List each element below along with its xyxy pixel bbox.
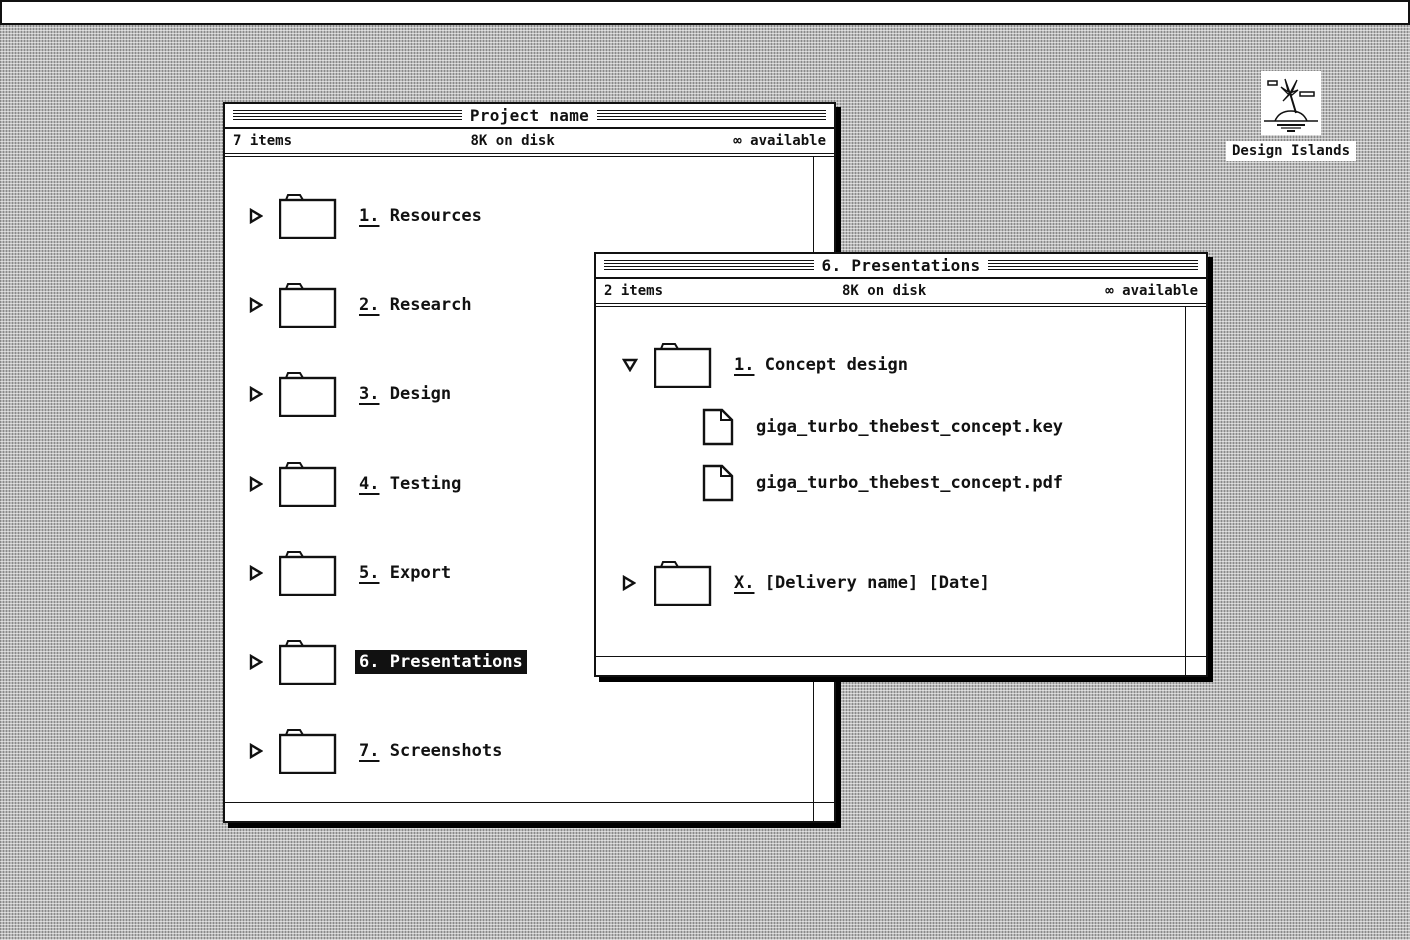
island-icon [1261,71,1321,135]
folder-label: Concept design [764,355,909,375]
title-bar-stripes [596,110,826,122]
folder-icon [278,550,337,596]
folder-name[interactable]: 7. Screenshots [355,739,506,763]
folder-row[interactable]: 3. Design [249,369,455,419]
folder-name[interactable]: 1. Resources [355,204,486,228]
disclosure-triangle-icon[interactable] [249,743,264,760]
folder-number: X. [734,573,755,593]
title-bar-stripes [233,110,463,122]
file-icon [702,464,734,502]
folder-icon [278,371,337,418]
disclosure-triangle-icon[interactable] [249,297,264,314]
disk-usage: 8K on disk [842,283,927,299]
window-title: Project name [461,106,598,125]
folder-label: Presentations [389,652,523,672]
title-bar[interactable]: 6. Presentations [596,254,1206,279]
folder-row[interactable]: 1. Resources [249,191,486,241]
window-presentations[interactable]: 6. Presentations 2 items 8K on disk ∞ av… [594,252,1208,677]
title-bar-stripes [988,260,1198,272]
folder-row[interactable]: 2. Research [249,280,476,330]
file-name: giga_turbo_thebest_concept.pdf [756,473,1064,493]
vertical-scrollbar[interactable] [1185,307,1186,675]
folder-row[interactable]: 5. Export [249,548,455,598]
file-row[interactable]: giga_turbo_thebest_concept.pdf [702,458,1063,508]
folder-label: Research [389,295,472,316]
folder-name[interactable]: 5. Export [355,561,455,585]
folder-number: 1. [359,206,380,226]
folder-name[interactable]: 4. Testing [355,472,465,496]
folder-name[interactable]: 3. Design [355,382,455,406]
disk-usage: 8K on disk [470,133,555,149]
folder-icon [653,342,712,389]
folder-label: Testing [389,473,462,494]
folder-row[interactable]: X. [Delivery name] [Date] [622,558,994,608]
folder-number: 5. [359,562,380,583]
file-icon [702,408,734,446]
folder-number: 2. [359,295,380,316]
folder-name[interactable]: 6. Presentations [355,650,527,674]
folder-icon [278,193,337,240]
desktop-icon-label: Design Islands [1226,141,1356,161]
folder-row[interactable]: 4. Testing [249,459,465,509]
item-count: 2 items [604,283,664,299]
folder-icon [653,560,712,607]
horizontal-scrollbar[interactable] [596,656,1206,657]
window-title: 6. Presentations [813,256,989,275]
title-bar[interactable]: Project name [225,104,834,129]
available-space: ∞ available [733,133,826,149]
folder-number: 4. [359,473,380,494]
folder-row[interactable]: 1. Concept design [621,340,912,390]
disclosure-triangle-icon[interactable] [622,574,638,592]
folder-label: Resources [389,206,482,226]
folder-name[interactable]: 2. Research [355,293,476,317]
folder-icon [278,728,337,775]
desktop-icon-design-islands[interactable]: Design Islands [1226,71,1356,161]
folder-name[interactable]: 1. Concept design [730,353,912,377]
disclosure-triangle-open-icon[interactable] [621,357,639,373]
horizontal-scrollbar[interactable] [225,802,834,803]
file-row[interactable]: giga_turbo_thebest_concept.key [702,402,1063,452]
folder-name[interactable]: X. [Delivery name] [Date] [730,571,994,595]
folder-label: Export [389,562,452,583]
file-name: giga_turbo_thebest_concept.key [756,417,1064,437]
menu-bar [0,0,1410,25]
disclosure-triangle-icon[interactable] [249,475,264,492]
title-bar-stripes [604,260,814,272]
folder-label: [Delivery name] [Date] [764,573,990,593]
available-space: ∞ available [1105,283,1198,299]
folder-icon [278,282,337,329]
folder-row[interactable]: 7. Screenshots [249,726,506,776]
folder-label: Screenshots [389,741,503,762]
folder-number: 1. [734,355,755,375]
item-count: 7 items [233,133,293,149]
disclosure-triangle-icon[interactable] [249,207,264,225]
info-bar: 2 items 8K on disk ∞ available [596,279,1206,307]
disclosure-triangle-icon[interactable] [249,653,264,671]
disclosure-triangle-icon[interactable] [249,564,264,581]
folder-icon [278,461,337,507]
folder-row[interactable]: 6. Presentations [249,637,527,687]
folder-number: 3. [359,384,380,405]
disclosure-triangle-icon[interactable] [249,386,264,403]
info-bar: 7 items 8K on disk ∞ available [225,129,834,157]
folder-label: Design [389,384,452,405]
folder-number: 6. [359,652,380,672]
folder-icon [278,639,337,686]
folder-number: 7. [359,741,380,762]
